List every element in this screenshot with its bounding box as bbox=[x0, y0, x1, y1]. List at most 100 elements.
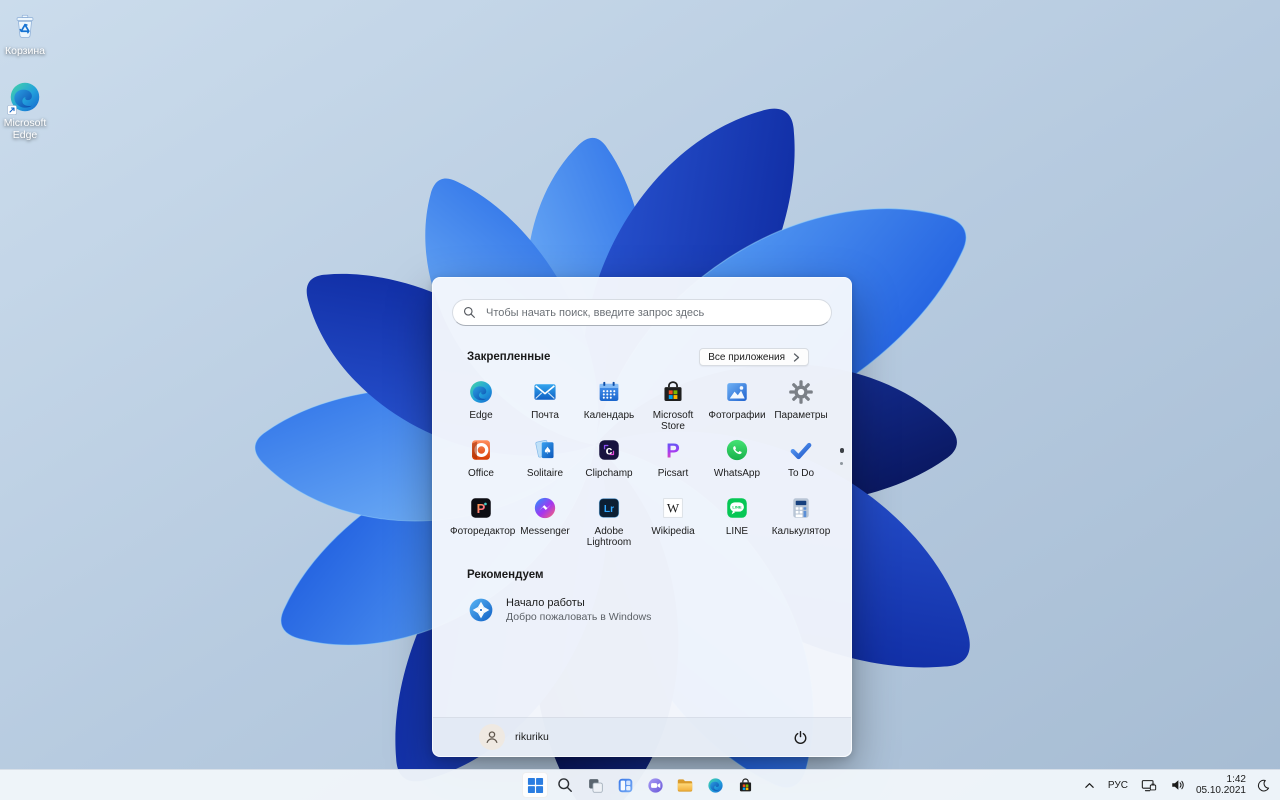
app-label: Microsoft Store bbox=[652, 410, 694, 432]
mail-icon bbox=[532, 379, 558, 405]
pinned-section-title: Закрепленные bbox=[467, 351, 551, 363]
todo-check-icon bbox=[788, 437, 814, 463]
app-label: Wikipedia bbox=[651, 526, 695, 537]
lightroom-icon: Lr bbox=[596, 495, 622, 521]
app-label: Clipchamp bbox=[585, 468, 633, 479]
calculator-icon bbox=[788, 495, 814, 521]
microsoft-store-icon bbox=[660, 379, 686, 405]
pinned-app-calculator[interactable]: Калькулятор bbox=[769, 491, 833, 549]
recommended-item-get-started[interactable]: Начало работы Добро пожаловать в Windows bbox=[467, 596, 817, 624]
tray-language-indicator[interactable]: РУС bbox=[1106, 778, 1130, 793]
pinned-app-whatsapp[interactable]: WhatsApp bbox=[705, 433, 769, 491]
chevron-up-icon bbox=[1085, 782, 1094, 788]
pinned-app-grid: Edge Почта Календарь Microsoft Store Фот bbox=[449, 375, 851, 549]
pinned-app-photos[interactable]: Фотографии bbox=[705, 375, 769, 433]
tray-clock[interactable]: 1:42 05.10.2021 bbox=[1196, 774, 1246, 796]
settings-gear-icon bbox=[788, 379, 814, 405]
app-label: Solitaire bbox=[526, 468, 564, 479]
pinned-app-clipchamp[interactable]: c Clipchamp bbox=[577, 433, 641, 491]
taskbar-widgets-button[interactable] bbox=[612, 772, 638, 798]
user-account-button[interactable]: rikuriku bbox=[479, 724, 549, 750]
pinned-pagination-dots[interactable] bbox=[839, 448, 844, 465]
svg-text:P: P bbox=[666, 440, 680, 462]
file-explorer-icon bbox=[677, 779, 693, 792]
app-label: Edge bbox=[469, 410, 493, 421]
page-dot[interactable] bbox=[840, 461, 844, 465]
windows-start-icon bbox=[527, 777, 543, 793]
taskbar-task-view-button[interactable] bbox=[582, 772, 608, 798]
desktop-icon-ms-edge[interactable]: Microsoft Edge bbox=[0, 80, 53, 141]
shortcut-arrow-icon bbox=[7, 105, 17, 115]
edge-icon bbox=[7, 80, 42, 115]
app-label: LINE bbox=[725, 526, 749, 537]
tray-network-icon[interactable] bbox=[1139, 776, 1159, 795]
start-search-input[interactable] bbox=[452, 299, 832, 326]
pinned-app-solitaire[interactable]: ♠ Solitaire bbox=[513, 433, 577, 491]
recommended-item-subtitle: Добро пожаловать в Windows bbox=[506, 611, 652, 623]
taskbar: РУС 1:42 05.10.2021 bbox=[0, 769, 1280, 800]
calendar-icon bbox=[596, 379, 622, 405]
tray-show-hidden-icons-button[interactable] bbox=[1082, 778, 1097, 793]
start-menu-panel: Закрепленные Все приложения Edge Почта К… bbox=[432, 277, 852, 757]
get-started-icon bbox=[467, 596, 495, 624]
whatsapp-icon bbox=[724, 437, 750, 463]
app-label: Калькулятор bbox=[771, 526, 831, 537]
pinned-app-calendar[interactable]: Календарь bbox=[577, 375, 641, 433]
svg-text:Lr: Lr bbox=[604, 504, 614, 515]
all-apps-button[interactable]: Все приложения bbox=[699, 348, 809, 366]
pinned-app-lightroom[interactable]: Lr Adobe Lightroom bbox=[577, 491, 641, 549]
picsart-icon: P bbox=[660, 437, 686, 463]
pinned-app-microsoft-store[interactable]: Microsoft Store bbox=[641, 375, 705, 433]
user-avatar-icon bbox=[479, 724, 505, 750]
desktop-icon-label: Microsoft Edge bbox=[3, 117, 47, 141]
recommended-item-title: Начало работы bbox=[506, 597, 585, 609]
pinned-app-to-do[interactable]: To Do bbox=[769, 433, 833, 491]
pinned-app-office[interactable]: Office bbox=[449, 433, 513, 491]
moon-icon bbox=[1257, 779, 1270, 791]
pinned-app-messenger[interactable]: Messenger bbox=[513, 491, 577, 549]
desktop-icon-label: Корзина bbox=[5, 45, 45, 57]
app-label: WhatsApp bbox=[713, 468, 761, 479]
desktop-icon-recycle-bin[interactable]: Корзина bbox=[0, 12, 53, 57]
pinned-app-wikipedia[interactable]: W Wikipedia bbox=[641, 491, 705, 549]
photos-icon bbox=[724, 379, 750, 405]
pinned-app-settings[interactable]: Параметры bbox=[769, 375, 833, 433]
tray-date: 05.10.2021 bbox=[1195, 785, 1246, 796]
app-label: Параметры bbox=[774, 410, 828, 421]
taskbar-file-explorer-button[interactable] bbox=[672, 772, 698, 798]
page-dot-active[interactable] bbox=[839, 448, 844, 453]
taskbar-edge-button[interactable] bbox=[702, 772, 728, 798]
svg-text:LINE: LINE bbox=[732, 505, 742, 510]
tray-volume-icon[interactable] bbox=[1168, 776, 1187, 794]
pinned-app-photo-editor[interactable]: P Фоторедактор bbox=[449, 491, 516, 549]
messenger-icon bbox=[532, 495, 558, 521]
app-label: Messenger bbox=[520, 526, 570, 537]
taskbar-chat-button[interactable] bbox=[642, 772, 668, 798]
taskbar-start-button[interactable] bbox=[522, 772, 548, 798]
pinned-app-edge[interactable]: Edge bbox=[449, 375, 513, 433]
edge-icon bbox=[707, 777, 723, 793]
pinned-app-mail[interactable]: Почта bbox=[513, 375, 577, 433]
app-label: Почта bbox=[531, 410, 559, 421]
app-label: Календарь bbox=[583, 410, 635, 421]
recycle-bin-icon bbox=[10, 12, 40, 42]
photo-editor-icon: P bbox=[468, 495, 494, 521]
app-label: Фоторедактор bbox=[450, 526, 516, 537]
tray-notifications-button[interactable] bbox=[1255, 777, 1272, 794]
taskbar-search-button[interactable] bbox=[552, 772, 578, 798]
search-icon bbox=[463, 306, 476, 319]
search-icon bbox=[558, 778, 572, 792]
pinned-app-line[interactable]: LINE LINE bbox=[705, 491, 769, 549]
microsoft-store-icon bbox=[739, 777, 751, 791]
widgets-icon bbox=[618, 778, 632, 792]
pinned-app-picsart[interactable]: P Picsart bbox=[641, 433, 705, 491]
app-label: Office bbox=[468, 468, 494, 479]
svg-text:P: P bbox=[477, 501, 486, 516]
all-apps-label: Все приложения bbox=[708, 351, 785, 363]
recommended-section-title: Рекомендуем bbox=[467, 569, 544, 581]
power-button[interactable] bbox=[790, 727, 811, 748]
app-label: To Do bbox=[787, 468, 815, 479]
clipchamp-icon: c bbox=[596, 437, 622, 463]
edge-icon bbox=[468, 379, 494, 405]
taskbar-store-button[interactable] bbox=[732, 772, 758, 798]
